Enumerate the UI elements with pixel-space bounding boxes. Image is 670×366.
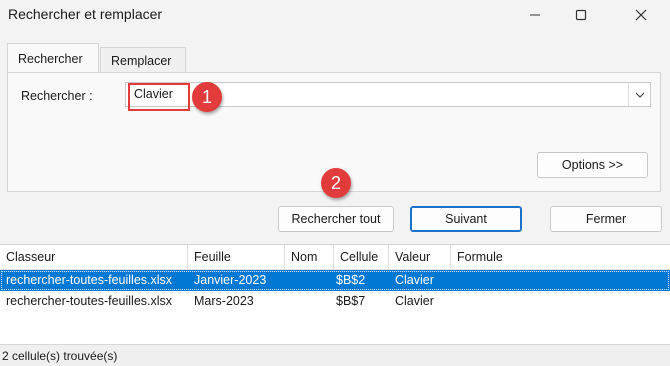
cell-cellule: $B$7	[336, 294, 366, 308]
table-row[interactable]: rechercher-toutes-feuilles.xlsx Mars-202…	[0, 291, 670, 312]
close-window-button[interactable]	[626, 2, 656, 28]
results-header: Classeur Feuille Nom Cellule Valeur Form…	[0, 245, 670, 270]
window-title: Rechercher et remplacer	[8, 6, 163, 22]
column-header-cellule[interactable]: Cellule	[334, 245, 389, 270]
cell-nom	[285, 291, 291, 312]
column-header-classeur[interactable]: Classeur	[0, 245, 188, 270]
cell-formule	[451, 270, 457, 291]
minimize-button[interactable]	[520, 2, 550, 28]
cell-formule	[451, 291, 457, 312]
cell-valeur: Clavier	[395, 294, 434, 308]
cell-feuille: Janvier-2023	[194, 273, 267, 287]
table-row[interactable]: rechercher-toutes-feuilles.xlsx Janvier-…	[0, 270, 670, 291]
title-bar: Rechercher et remplacer	[0, 0, 670, 30]
find-all-button[interactable]: Rechercher tout	[278, 206, 394, 232]
annotation-badge-2: 2	[321, 168, 351, 198]
find-dropdown-button[interactable]	[628, 83, 650, 106]
cell-valeur: Clavier	[395, 273, 434, 287]
column-header-nom[interactable]: Nom	[285, 245, 334, 270]
annotation-highlight-box	[128, 83, 190, 111]
close-button[interactable]: Fermer	[550, 206, 662, 232]
status-bar: 2 cellule(s) trouvée(s)	[0, 344, 670, 366]
chevron-down-icon	[635, 92, 644, 98]
maximize-icon	[575, 9, 587, 21]
cell-classeur: rechercher-toutes-feuilles.xlsx	[6, 294, 173, 308]
options-button[interactable]: Options >>	[537, 152, 648, 178]
column-header-feuille[interactable]: Feuille	[188, 245, 285, 270]
status-text: 2 cellule(s) trouvée(s)	[2, 349, 118, 363]
column-header-valeur[interactable]: Valeur	[389, 245, 451, 270]
cell-cellule: $B$2	[336, 273, 366, 287]
cell-nom	[285, 270, 291, 291]
results-list[interactable]: Classeur Feuille Nom Cellule Valeur Form…	[0, 244, 670, 344]
find-label: Rechercher :	[21, 89, 93, 103]
annotation-badge-1: 1	[192, 82, 222, 112]
tab-remplacer[interactable]: Remplacer	[100, 47, 186, 73]
cell-feuille: Mars-2023	[194, 294, 254, 308]
find-next-button[interactable]: Suivant	[410, 206, 522, 232]
cell-classeur: rechercher-toutes-feuilles.xlsx	[6, 273, 173, 287]
minimize-icon	[530, 14, 540, 16]
maximize-button[interactable]	[566, 2, 596, 28]
tab-rechercher[interactable]: Rechercher	[7, 43, 99, 73]
column-header-formule[interactable]: Formule	[451, 245, 670, 270]
close-icon	[635, 9, 647, 21]
